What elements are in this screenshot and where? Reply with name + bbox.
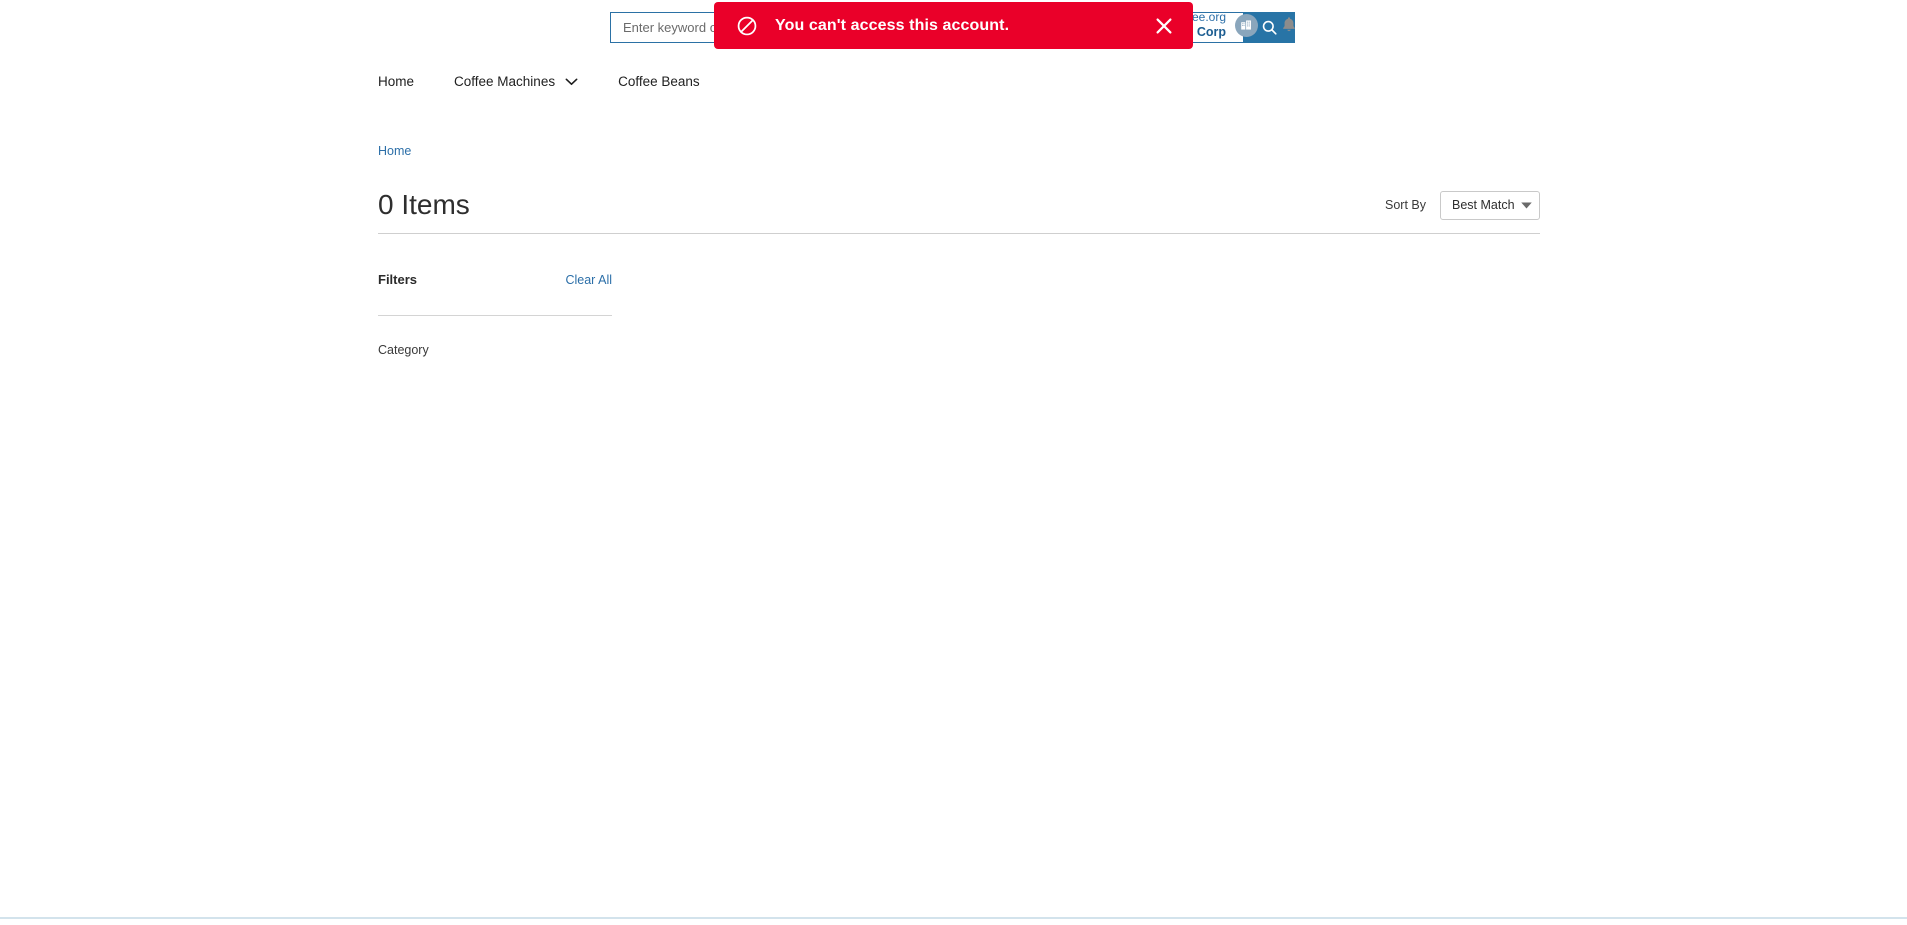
filters-title: Filters (378, 272, 418, 287)
alert-message: You can't access this account. (775, 16, 1010, 34)
nav-item-label: Home (378, 74, 415, 89)
sort-by-label: Sort By (1385, 198, 1426, 212)
close-icon[interactable] (1149, 11, 1179, 41)
bell-icon[interactable] (1279, 14, 1299, 37)
title-divider (378, 233, 1540, 234)
footer-rule (0, 917, 1907, 919)
block-icon (736, 15, 758, 37)
filter-group-category[interactable]: Category (378, 343, 429, 357)
nav-item-label: Coffee Beans (618, 74, 700, 89)
building-icon[interactable] (1235, 13, 1258, 37)
main-navigation: Home Coffee Machines Coffee Beans (378, 74, 700, 89)
filters-header: Filters Clear All (378, 272, 612, 287)
chevron-down-icon (565, 78, 578, 86)
page-title: 0 Items (378, 189, 470, 220)
breadcrumb: Home (378, 144, 411, 158)
nav-item-coffee-machines[interactable]: Coffee Machines (454, 74, 578, 89)
sort-control: Sort By Best Match (1385, 190, 1540, 220)
clear-all-filters-link[interactable]: Clear All (565, 273, 612, 287)
alert-banner: You can't access this account. (714, 2, 1193, 49)
sort-by-selected-value: Best Match (1452, 198, 1515, 212)
sort-by-dropdown[interactable]: Best Match (1440, 190, 1540, 220)
nav-item-label: Coffee Machines (454, 74, 556, 89)
filters-divider (378, 315, 612, 316)
results-header: 0 Items Sort By Best Match (378, 184, 1540, 226)
nav-item-home[interactable]: Home (378, 74, 414, 89)
nav-item-coffee-beans[interactable]: Coffee Beans (618, 74, 700, 89)
breadcrumb-item-home[interactable]: Home (378, 144, 411, 158)
chevron-down-icon (1520, 202, 1532, 209)
